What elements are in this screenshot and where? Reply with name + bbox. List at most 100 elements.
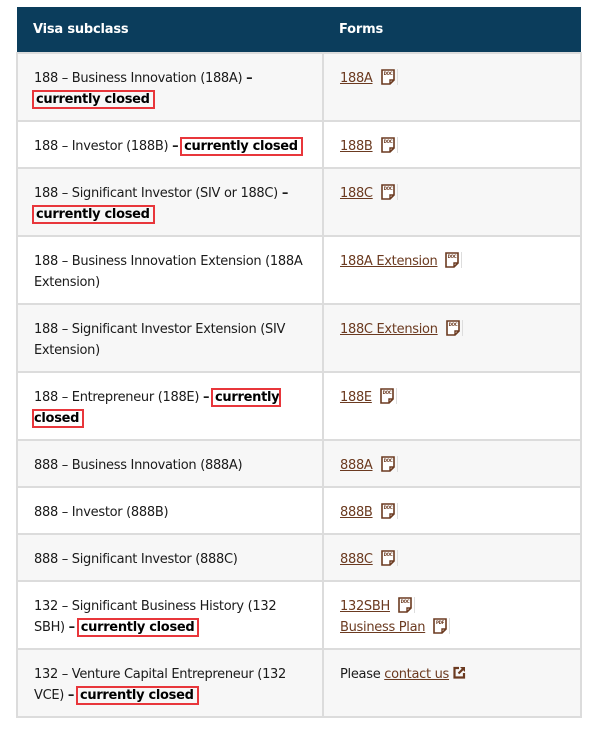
table-row: 888 – Investor (888B) 888B DOC: [16, 486, 582, 535]
forms-cell: 888C DOC: [322, 533, 582, 582]
doc-icon: DOC: [380, 184, 398, 200]
form-entry: 888B DOC: [340, 502, 566, 523]
header-forms: Forms: [323, 7, 581, 53]
visa-subclass-cell: 188 – Investor (188B) – currently closed: [16, 120, 324, 169]
form-entry: 188A Extension DOC: [340, 251, 566, 272]
forms-cell: 188A Extension DOC: [322, 235, 582, 305]
form-entry: 888A DOC: [340, 455, 566, 476]
forms-table: Visa subclass Forms 188 – Business Innov…: [16, 7, 582, 718]
table-row: 888 – Significant Investor (888C) 888C DO…: [16, 533, 582, 582]
table-row: 188 – Significant Investor (SIV or 188C)…: [16, 167, 582, 237]
form-link-188c-extension[interactable]: 188C Extension: [340, 322, 438, 337]
svg-text:DOC: DOC: [383, 186, 392, 191]
form-link-188e[interactable]: 188E: [340, 390, 372, 405]
doc-icon: DOC: [380, 550, 398, 566]
separator-dash: –: [67, 688, 75, 703]
currently-closed-badge: currently closed: [32, 205, 155, 224]
separator-dash: –: [202, 390, 210, 405]
doc-icon: DOC: [380, 69, 398, 85]
forms-cell: 188E DOC: [322, 371, 582, 441]
contact-prefix: Please: [340, 667, 381, 682]
doc-icon: DOC: [380, 456, 398, 472]
visa-subclass-cell: 188 – Significant Investor (SIV or 188C)…: [16, 167, 324, 237]
separator-dash: –: [246, 71, 253, 86]
form-link-business-plan[interactable]: Business Plan: [340, 620, 426, 635]
form-link-888b[interactable]: 888B: [340, 505, 373, 520]
pdf-icon: PDF: [433, 618, 451, 634]
form-entry: 188E DOC: [340, 387, 566, 408]
doc-icon: DOC: [380, 388, 397, 404]
visa-subclass-cell: 888 – Significant Investor (888C): [16, 533, 324, 582]
svg-text:DOC: DOC: [383, 552, 392, 557]
visa-subclass-cell: 888 – Business Innovation (888A): [16, 439, 324, 488]
visa-subclass-cell: 188 – Business Innovation Extension (188…: [16, 235, 324, 305]
forms-cell: 188C Extension DOC: [322, 303, 582, 373]
table-row: 188 – Business Innovation (188A) – curre…: [16, 52, 582, 122]
visa-subclass-cell: 188 – Entrepreneur (188E) – currently cl…: [16, 371, 324, 441]
doc-icon: DOC: [380, 137, 398, 153]
business-visa-forms-table: Visa subclass Forms 188 – Business Innov…: [16, 7, 582, 718]
svg-text:DOC: DOC: [383, 505, 392, 510]
external-link-icon: [453, 665, 466, 679]
visa-subclass-name: 188 – Investor (188B): [34, 139, 169, 154]
visa-subclass-cell: 188 – Business Innovation (188A) – curre…: [16, 52, 324, 122]
forms-cell: 888B DOC: [322, 486, 582, 535]
currently-closed-badge: currently closed: [76, 618, 200, 637]
doc-icon: DOC: [445, 320, 463, 336]
form-entry: 888C DOC: [340, 549, 566, 570]
forms-cell: 888A DOC: [322, 439, 582, 488]
svg-text:DOC: DOC: [448, 322, 457, 327]
form-link-188b[interactable]: 188B: [340, 139, 373, 154]
forms-cell: Please contact us: [322, 648, 582, 718]
visa-subclass-name: 188 – Significant Investor Extension (SI…: [34, 322, 286, 358]
currently-closed-badge: currently closed: [75, 686, 199, 705]
visa-subclass-name: 188 – Business Innovation (188A): [34, 71, 243, 86]
svg-text:DOC: DOC: [383, 139, 392, 144]
forms-cell: 188C DOC: [322, 167, 582, 237]
doc-icon: DOC: [398, 597, 415, 613]
svg-text:DOC: DOC: [383, 71, 392, 76]
form-link-888c[interactable]: 888C: [340, 552, 373, 567]
currently-closed-badge: currently closed: [32, 90, 155, 109]
forms-cell: 132SBH DOC Business Plan PDF: [322, 580, 582, 650]
doc-icon: DOC: [445, 252, 463, 268]
visa-subclass-name: 888 – Business Innovation (888A): [34, 458, 243, 473]
currently-closed-badge: currently closed: [180, 137, 303, 156]
forms-cell: 188B DOC: [322, 120, 582, 169]
forms-cell: 188A DOC: [322, 52, 582, 122]
visa-subclass-name: 188 – Entrepreneur (188E): [34, 390, 200, 405]
separator-dash: –: [172, 139, 179, 154]
form-entry: Business Plan PDF: [340, 617, 566, 638]
table-row: 188 – Significant Investor Extension (SI…: [16, 303, 582, 373]
visa-subclass-name: 888 – Significant Investor (888C): [34, 552, 238, 567]
doc-icon: DOC: [380, 503, 398, 519]
table-row: 188 – Business Innovation Extension (188…: [16, 235, 582, 305]
svg-text:DOC: DOC: [448, 254, 457, 259]
visa-subclass-cell: 188 – Significant Investor Extension (SI…: [16, 303, 324, 373]
table-header-row: Visa subclass Forms: [17, 7, 581, 53]
form-link-888a[interactable]: 888A: [340, 458, 373, 473]
form-link-188a-extension[interactable]: 188A Extension: [340, 254, 438, 269]
form-link-188c[interactable]: 188C: [340, 186, 373, 201]
visa-subclass-name: 188 – Business Innovation Extension (188…: [34, 254, 303, 290]
table-row: 888 – Business Innovation (888A) 888A DOC: [16, 439, 582, 488]
separator-dash: –: [281, 186, 289, 201]
svg-text:DOC: DOC: [401, 599, 410, 604]
svg-text:DOC: DOC: [383, 458, 392, 463]
header-visa-subclass: Visa subclass: [17, 7, 323, 53]
form-link-188a[interactable]: 188A: [340, 71, 373, 86]
visa-subclass-cell: 888 – Investor (888B): [16, 486, 324, 535]
table-row: 188 – Investor (188B) – currently closed…: [16, 120, 582, 169]
table-row: 132 – Significant Business History (132 …: [16, 580, 582, 650]
form-link-132sbh[interactable]: 132SBH: [340, 599, 390, 614]
visa-subclass-cell: 132 – Venture Capital Entrepreneur (132 …: [16, 648, 324, 718]
svg-text:PDF: PDF: [436, 620, 445, 625]
visa-subclass-name: 188 – Significant Investor (SIV or 188C): [34, 186, 278, 201]
form-entry: 132SBH DOC: [340, 596, 566, 617]
visa-subclass-name: 888 – Investor (888B): [34, 505, 169, 520]
form-entry: 188B DOC: [340, 136, 566, 157]
form-entry: 188C DOC: [340, 183, 566, 204]
table-row: 188 – Entrepreneur (188E) – currently cl…: [16, 371, 582, 441]
contact-us-link[interactable]: contact us: [384, 667, 449, 682]
form-entry: 188C Extension DOC: [340, 319, 566, 340]
